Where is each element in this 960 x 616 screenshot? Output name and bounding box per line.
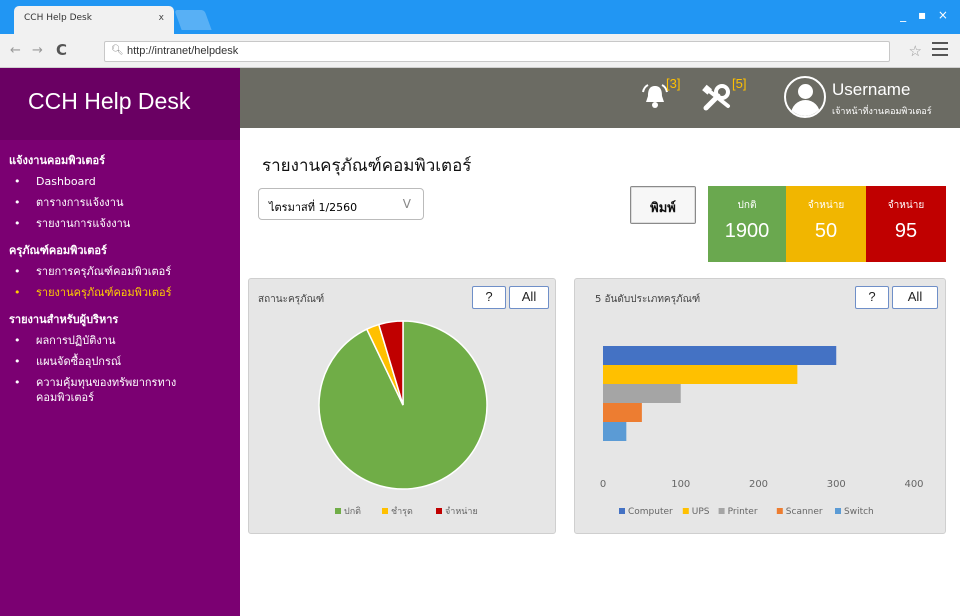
legend-label: Printer (728, 507, 758, 517)
stat-label: ปกติ (737, 200, 757, 211)
avatar[interactable] (784, 76, 826, 118)
back-icon[interactable]: ← (10, 43, 21, 58)
sidebar-item-label: รายงานครุภัณฑ์คอมพิวเตอร์ (36, 286, 172, 299)
bar-printer (603, 384, 681, 403)
period-select[interactable]: ไตรมาสที่ 1/2560 V (258, 188, 424, 220)
x-tick-label: 0 (600, 479, 606, 490)
top5-bar-chart: 0 100 200 300 400 Computer UPS Printer Scanner Sw… (600, 346, 924, 517)
top5-panel: 5 อันดับประเภทครุภัณฑ์ ? All 0 100 200 300 4… (574, 278, 946, 534)
x-tick-label: 400 (904, 479, 923, 490)
legend-label: ชำรุด (391, 506, 413, 517)
bar-switch (603, 422, 627, 441)
legend-label: Computer (628, 507, 673, 517)
forward-icon[interactable]: → (32, 43, 43, 58)
sidebar: CCH Help Desk แจ้งงานคอมพิวเตอร์ • Dashbo… (0, 68, 240, 616)
user-role: เจ้าหน้าที่งานคอมพิวเตอร์ (832, 107, 932, 117)
page-title: รายงานครุภัณฑ์คอมพิวเตอร์ (262, 156, 472, 176)
sidebar-item-label: รายงานการแจ้งงาน (36, 217, 131, 230)
stat-label: จำหน่าย (807, 200, 845, 211)
url-input[interactable]: 🔍︎ http://intranet/helpdesk (104, 41, 890, 62)
window-controls[interactable]: _ ▪ × (900, 8, 952, 22)
brand-title: CCH Help Desk (0, 68, 240, 140)
bar-computer (603, 346, 837, 365)
bookmark-star-icon[interactable]: ☆ (909, 42, 922, 60)
status-panel: สถานะครุภัณฑ์ ? All ปกติ ชำรุด จำหน่าย (248, 278, 556, 534)
sidebar-section-equipment: ครุภัณฑ์คอมพิวเตอร์ (9, 244, 107, 257)
new-tab-button[interactable] (174, 10, 212, 30)
reload-icon[interactable]: C (56, 41, 67, 59)
url-text: http://intranet/helpdesk (127, 45, 239, 57)
chevron-down-icon: V (402, 197, 411, 211)
x-tick-label: 100 (671, 479, 690, 490)
stat-label: จำหน่าย (887, 200, 925, 211)
stat-value: 1900 (724, 220, 770, 242)
browser-tab-bar: CCH Help Desk x _ ▪ × (0, 0, 960, 34)
search-icon: 🔍︎ (111, 45, 124, 56)
legend-swatch (776, 508, 783, 514)
sidebar-item-dashboard[interactable]: • Dashboard (0, 171, 240, 192)
sidebar-item-label: แผนจัดซื้ออุปกรณ์ (36, 355, 122, 368)
tab-close-icon[interactable]: x (159, 13, 164, 23)
sidebar-item-purchase-plan[interactable]: • แผนจัดซื้ออุปกรณ์ (0, 351, 240, 372)
print-button[interactable]: พิมพ์ (630, 186, 696, 224)
sidebar-item-equipment-report[interactable]: • รายงานครุภัณฑ์คอมพิวเตอร์ (0, 282, 240, 303)
sidebar-item-label: รายการครุภัณฑ์คอมพิวเตอร์ (36, 265, 172, 278)
sidebar-item-equipment-list[interactable]: • รายการครุภัณฑ์คอมพิวเตอร์ (0, 261, 240, 282)
legend-swatch (382, 508, 388, 514)
bar-ups (603, 365, 798, 384)
stat-broken: จำหน่าย 50 (786, 186, 866, 262)
legend-label: จำหน่าย (445, 506, 478, 517)
stat-normal: ปกติ 1900 (708, 186, 786, 262)
sidebar-section-executive: รายงานสำหรับผู้บริหาร (9, 313, 119, 326)
sidebar-item-request-table[interactable]: • ตารางการแจ้งงาน (0, 192, 240, 213)
sidebar-item-performance[interactable]: • ผลการปฏิบัติงาน (0, 330, 240, 351)
stat-value: 95 (894, 220, 918, 242)
sidebar-section-report-computer: แจ้งงานคอมพิวเตอร์ (9, 154, 106, 167)
sidebar-item-request-report[interactable]: • รายงานการแจ้งงาน (0, 213, 240, 234)
stat-disposed: จำหน่าย 95 (866, 186, 946, 262)
legend-label: ปกติ (344, 506, 361, 517)
browser-menu-icon[interactable] (932, 42, 948, 56)
legend-label: Scanner (786, 507, 823, 517)
legend-swatch (682, 508, 689, 514)
legend-swatch (335, 508, 341, 514)
legend-swatch (436, 508, 442, 514)
browser-tab-title: CCH Help Desk (24, 13, 92, 23)
stat-value: 50 (814, 220, 838, 242)
sidebar-item-label: ตารางการแจ้งงาน (36, 196, 124, 209)
sidebar-item-label: Dashboard (36, 175, 96, 188)
sidebar-item-label: ผลการปฏิบัติงาน (36, 334, 116, 347)
legend-swatch (718, 508, 725, 514)
status-pie-chart: ปกติ ชำรุด จำหน่าย (318, 320, 488, 517)
notification-count: [3] (666, 76, 681, 91)
legend-label: Switch (844, 507, 874, 517)
period-select-value: ไตรมาสที่ 1/2560 (269, 201, 358, 214)
legend-label: UPS (692, 507, 710, 517)
tools-icon[interactable] (702, 82, 734, 119)
x-tick-label: 300 (827, 479, 846, 490)
legend-swatch (835, 508, 841, 514)
sidebar-item-label: ความคุ้มทุนของทรัพยากรทางคอมพิวเตอร์ (36, 376, 177, 404)
username[interactable]: Username (832, 80, 910, 100)
address-bar: ← → C 🔍︎ http://intranet/helpdesk ☆ (0, 34, 960, 68)
x-tick-label: 200 (749, 479, 768, 490)
browser-tab[interactable]: CCH Help Desk x (14, 6, 174, 34)
sidebar-item-cost-effectiveness[interactable]: • ความคุ้มทุนของทรัพยากรทางคอมพิวเตอร์ (0, 372, 240, 408)
bar-scanner (603, 403, 642, 422)
tools-count: [5] (732, 76, 747, 91)
legend-swatch (619, 508, 625, 514)
top-header: [3] [5] Username เจ้าหน้าที่งานคอมพิวเตอ… (240, 68, 960, 128)
